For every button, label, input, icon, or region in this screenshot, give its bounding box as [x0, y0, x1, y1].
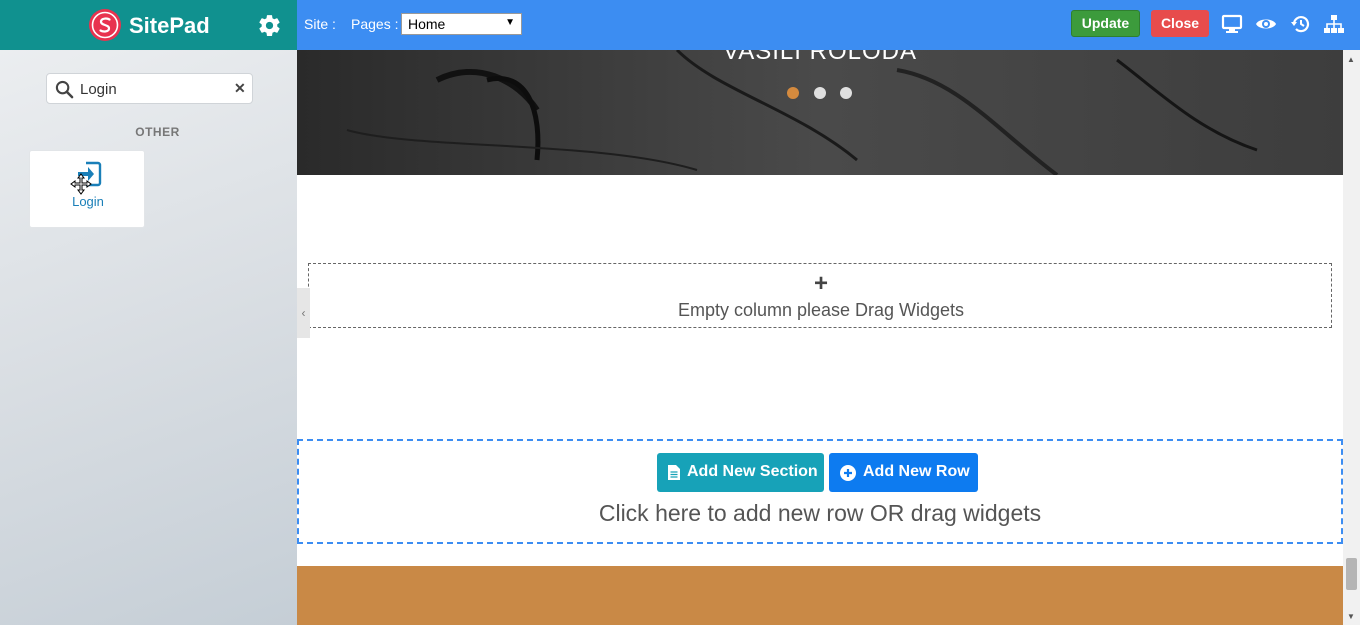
eye-icon[interactable]: [1255, 13, 1277, 35]
pages-select[interactable]: Home ▼: [401, 13, 522, 35]
file-icon: [668, 465, 680, 480]
slider-dot-2[interactable]: [814, 87, 826, 99]
add-new-row-button[interactable]: Add New Row: [829, 453, 978, 492]
gear-icon[interactable]: [257, 13, 282, 38]
search-icon: [55, 80, 74, 99]
canvas-scrollbar[interactable]: ▲ ▼: [1343, 50, 1360, 625]
add-row-dropzone[interactable]: Add New Section Add New Row Click here t…: [297, 439, 1343, 544]
slider-dot-1[interactable]: [787, 87, 799, 99]
add-widget-icon: +: [813, 270, 828, 297]
widget-sidebar: SitePad ✕ OTHER Login: [0, 0, 297, 625]
pages-label: Pages :: [351, 16, 399, 32]
widget-search-input[interactable]: [80, 78, 230, 100]
scrollbar-thumb[interactable]: [1346, 558, 1357, 590]
widget-login[interactable]: Login: [29, 150, 145, 228]
add-new-row-label: Add New Row: [863, 463, 970, 480]
hero-title: VASILI ROLODA: [723, 50, 917, 65]
close-button[interactable]: Close: [1151, 10, 1209, 37]
empty-column-text: Empty column please Drag Widgets: [677, 300, 965, 320]
scroll-down-icon[interactable]: ▼: [1347, 612, 1355, 621]
sitemap-icon[interactable]: [1323, 13, 1345, 35]
move-cursor-icon: [70, 173, 92, 195]
slider-dot-3[interactable]: [840, 87, 852, 99]
widget-category-label: OTHER: [135, 125, 180, 139]
update-button[interactable]: Update: [1071, 10, 1140, 37]
widget-login-label: Login: [72, 194, 104, 209]
collapse-sidebar-toggle[interactable]: ‹: [297, 288, 310, 338]
chevron-down-icon: ▼: [505, 17, 515, 28]
orange-section[interactable]: [297, 566, 1343, 625]
widget-search-box: ✕: [46, 73, 253, 104]
sitepad-logo-icon: [89, 9, 121, 41]
site-label[interactable]: Site :: [304, 16, 336, 32]
clear-search-icon[interactable]: ✕: [234, 80, 246, 97]
plus-circle-icon: [840, 465, 856, 481]
scroll-up-icon[interactable]: ▲: [1347, 55, 1355, 64]
brand-bar: SitePad: [0, 0, 297, 50]
desktop-icon[interactable]: [1221, 13, 1243, 35]
empty-column-dropzone[interactable]: + Empty column please Drag Widgets: [308, 263, 1332, 328]
editor-toolbar: Site : Pages : Home ▼ Update Close: [297, 0, 1360, 50]
add-new-section-label: Add New Section: [687, 463, 818, 480]
hero-slider[interactable]: VASILI ROLODA: [297, 50, 1343, 175]
brand-name: SitePad: [129, 13, 210, 38]
add-row-hint: Click here to add new row OR drag widget…: [598, 500, 1042, 526]
pages-select-value: Home: [408, 16, 446, 32]
page-canvas: VASILI ROLODA + Empty column please Drag…: [297, 50, 1343, 625]
hero-background: [297, 50, 1343, 175]
add-new-section-button[interactable]: Add New Section: [657, 453, 824, 492]
history-icon[interactable]: [1290, 13, 1312, 35]
